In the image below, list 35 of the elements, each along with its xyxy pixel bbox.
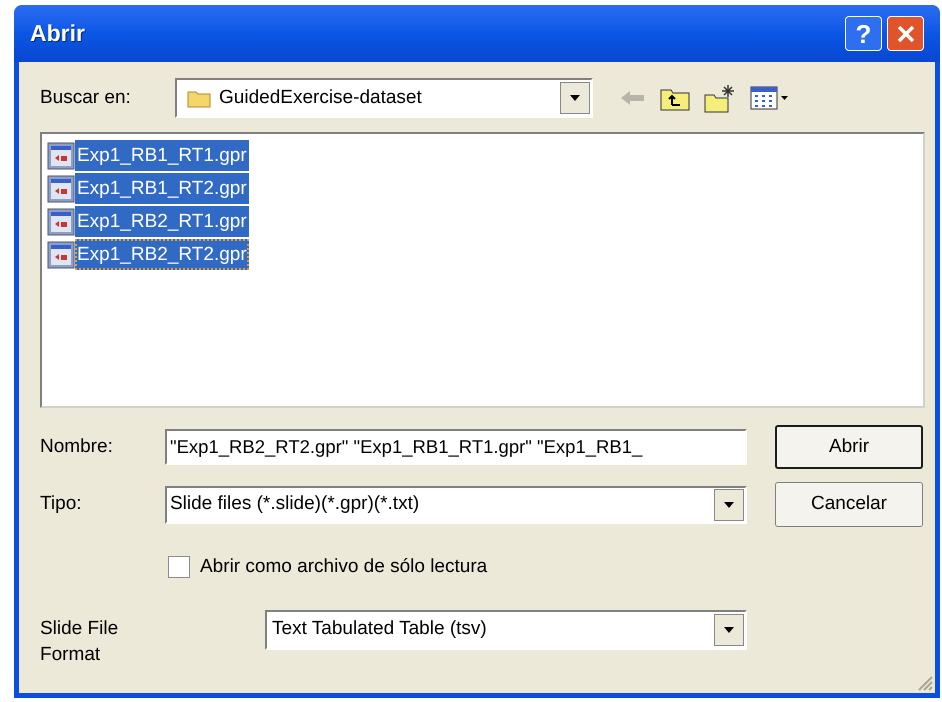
file-icon — [47, 174, 75, 202]
dropdown-button[interactable] — [714, 614, 744, 646]
slide-format-label: Slide File Format — [40, 616, 120, 666]
read-only-label: Abrir como archivo de sólo lectura — [200, 555, 488, 579]
file-icon — [47, 240, 75, 268]
file-item[interactable]: Exp1_RB2_RT2.gpr — [75, 239, 249, 270]
new-folder-icon[interactable] — [704, 83, 736, 113]
help-button[interactable]: ? — [845, 16, 882, 51]
file-type-value: Slide files (*.slide)(*.gpr)(*.txt) — [170, 492, 420, 516]
file-item[interactable]: Exp1_RB2_RT1.gpr — [75, 206, 249, 237]
slide-format-value: Text Tabulated Table (tsv) — [272, 617, 488, 642]
caret-icon — [724, 626, 734, 632]
slide-format-combo[interactable]: Text Tabulated Table (tsv) — [265, 610, 747, 650]
file-item[interactable]: Exp1_RB1_RT2.gpr — [75, 173, 249, 204]
file-icon — [47, 208, 75, 236]
look-in-combo[interactable]: GuidedExercise-dataset — [175, 78, 593, 118]
file-type-combo[interactable]: Slide files (*.slide)(*.gpr)(*.txt) — [165, 486, 747, 524]
dialog-button[interactable]: Cancelar — [775, 482, 923, 527]
look-in-label: Buscar en: — [40, 86, 132, 110]
close-button[interactable] — [887, 16, 924, 51]
dropdown-button[interactable] — [560, 82, 590, 114]
dropdown-button[interactable] — [714, 488, 744, 520]
window-title: Abrir — [30, 19, 86, 48]
caret-icon — [724, 502, 734, 508]
file-icon — [47, 142, 75, 170]
file-type-label: Tipo: — [40, 492, 83, 516]
look-in-value: GuidedExercise-dataset — [219, 86, 423, 110]
close-icon — [896, 24, 916, 44]
file-item[interactable]: Exp1_RB1_RT1.gpr — [75, 140, 249, 171]
caret-icon — [570, 95, 580, 101]
dialog-button[interactable]: Abrir — [775, 425, 923, 469]
file-name-label: Nombre: — [40, 434, 114, 459]
read-only-checkbox[interactable] — [168, 556, 190, 578]
view-menu-icon[interactable] — [750, 85, 790, 111]
file-name-field[interactable]: "Exp1_RB2_RT2.gpr" "Exp1_RB1_RT1.gpr" "Exp1_RB1_ — [165, 429, 747, 465]
